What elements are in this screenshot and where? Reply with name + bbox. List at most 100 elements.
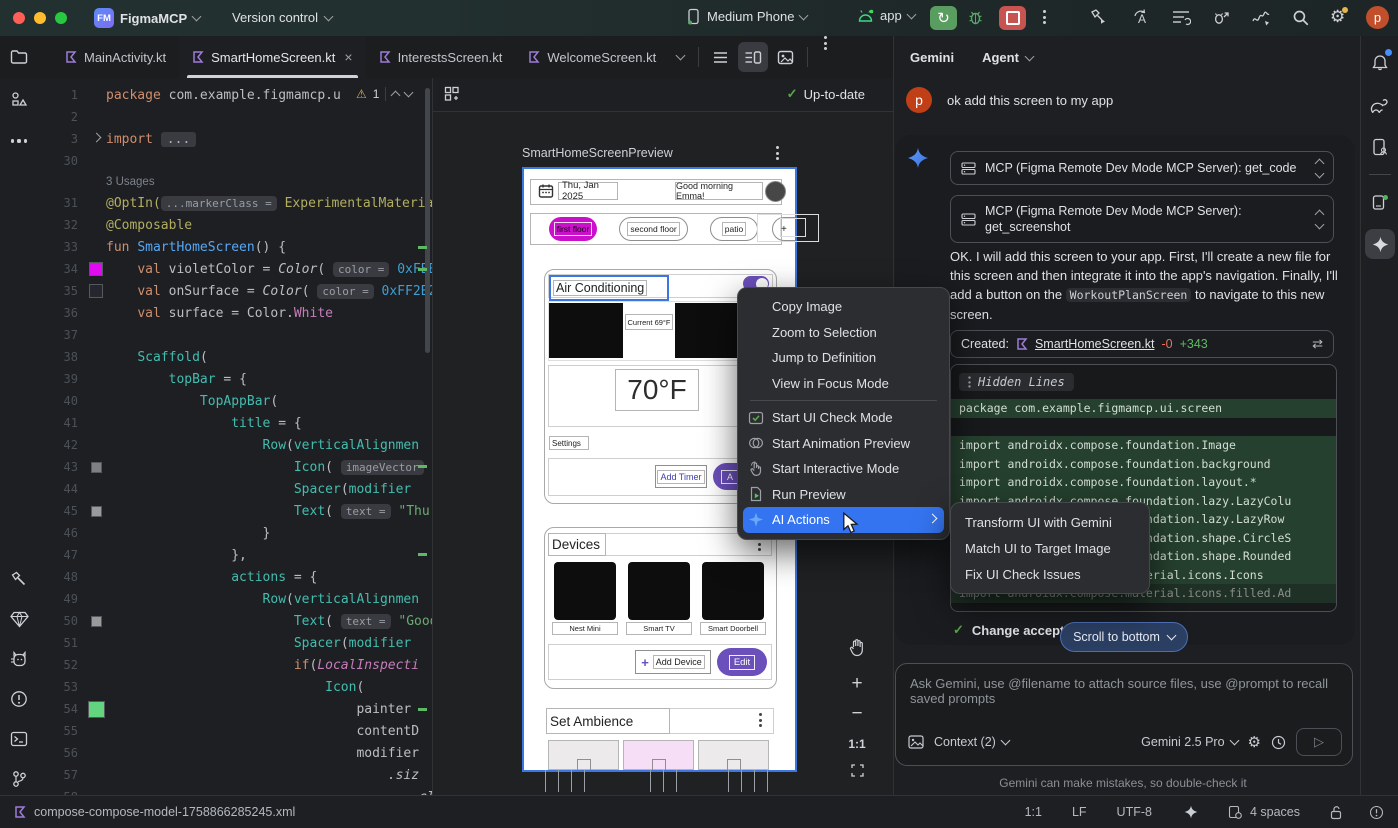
todo-list-button[interactable] [1171, 9, 1191, 26]
run-button[interactable]: ↻ [930, 6, 957, 30]
code-line[interactable]: 2 [40, 106, 432, 128]
code-line[interactable]: 54 painter [40, 698, 432, 720]
code-line[interactable]: 44 Spacer(modifier [40, 478, 432, 500]
code-line[interactable]: 34 val violetColor = Color( color = 0xFE… [40, 258, 432, 280]
gemini-tool-button[interactable] [1365, 229, 1395, 259]
menu-item-view-in-focus-mode[interactable]: View in Focus Mode [738, 371, 949, 397]
tab-list-dropdown[interactable] [669, 36, 692, 78]
ambience-tile[interactable] [548, 740, 619, 770]
sidebar-item-terminal[interactable] [0, 722, 38, 756]
code-line[interactable]: 52 if(LocalInspecti [40, 654, 432, 676]
device-manager-button[interactable] [1361, 185, 1398, 219]
notifications-button[interactable] [1361, 46, 1398, 80]
code-line[interactable]: 43 Icon( imageVector [40, 456, 432, 478]
clock-icon[interactable] [1271, 735, 1286, 750]
run-config-selector[interactable]: app [857, 8, 915, 23]
menu-item-zoom-to-selection[interactable]: Zoom to Selection [738, 320, 949, 346]
code-line[interactable]: 39 topBar = { [40, 368, 432, 390]
more-actions-kebab[interactable] [1043, 10, 1046, 24]
ambience-tile[interactable] [698, 740, 769, 770]
stop-button[interactable] [999, 6, 1026, 30]
prompt-input[interactable] [908, 674, 1342, 726]
model-selector[interactable]: Gemini 2.5 Pro [1141, 735, 1237, 749]
debug-button[interactable] [966, 8, 985, 27]
editor-scrollbar[interactable] [425, 88, 430, 353]
context-dropdown[interactable]: Context (2) [934, 735, 1009, 749]
color-preview-swatch[interactable] [89, 262, 103, 276]
sidebar-item-commit[interactable] [0, 82, 38, 116]
zoom-out-button[interactable]: − [845, 703, 869, 725]
tab-welcomescreen[interactable]: WelcomeScreen.kt [515, 36, 669, 78]
menu-item-run-preview[interactable]: Run Preview [738, 482, 949, 508]
status-indent[interactable]: 4 spaces [1250, 805, 1300, 819]
code-line[interactable]: 33fun SmartHomeScreen() { [40, 236, 432, 258]
usages-hint[interactable]: 3 Usages [40, 172, 432, 192]
build-run-tests-button[interactable] [1089, 8, 1109, 27]
pan-button[interactable] [845, 638, 869, 657]
project-selector[interactable]: FigmaMCP [120, 11, 187, 26]
split-view-button[interactable] [738, 42, 768, 72]
created-file-link[interactable]: SmartHomeScreen.kt [1035, 337, 1154, 351]
menu-item-start-interactive-mode[interactable]: Start Interactive Mode [738, 456, 949, 482]
selection-handle[interactable] [780, 218, 806, 237]
prompt-input-box[interactable]: Context (2) Gemini 2.5 Pro ⚙ ▷ [895, 663, 1353, 766]
code-line[interactable]: 37 [40, 324, 432, 346]
close-tab-icon[interactable]: × [344, 49, 352, 65]
project-tool-button[interactable] [0, 36, 38, 78]
gradle-button[interactable] [1361, 88, 1398, 122]
code-line[interactable]: 31@OptIn(...markerClass = ExperimentalMa… [40, 192, 432, 214]
send-button[interactable]: ▷ [1296, 728, 1342, 756]
problems-status-icon[interactable] [1369, 805, 1384, 820]
lock-icon[interactable] [1330, 805, 1343, 820]
edit-button[interactable]: Edit [717, 648, 767, 676]
ambience-tile[interactable] [623, 740, 694, 770]
preview-kebab[interactable] [776, 146, 779, 160]
device-selector[interactable]: Medium Phone [686, 8, 807, 25]
code-line[interactable]: 40 TopAppBar( [40, 390, 432, 412]
code-line[interactable]: 32@Composable [40, 214, 432, 236]
menu-item-jump-to-definition[interactable]: Jump to Definition [738, 345, 949, 371]
code-line[interactable]: 47 }, [40, 544, 432, 566]
status-caret[interactable]: 1:1 [1025, 805, 1042, 819]
zoom-in-button[interactable]: + [845, 673, 869, 695]
live-edit-button[interactable]: A [1131, 8, 1151, 27]
sidebar-item-version-control[interactable] [0, 762, 38, 796]
prev-issue-button[interactable] [391, 91, 401, 101]
open-diff-icon[interactable]: ⇄ [1312, 336, 1323, 352]
devices-card[interactable]: Devices Nest Mini Smart TV Smart Doorbel… [544, 527, 777, 689]
next-issue-button[interactable] [404, 88, 414, 98]
color-preview-swatch[interactable] [91, 462, 102, 473]
minimize-window-button[interactable] [34, 12, 46, 24]
device-tile[interactable] [702, 562, 764, 620]
code-line[interactable]: 50 Text( text = "Good [40, 610, 432, 632]
chip-first-floor[interactable]: first floor [549, 217, 597, 241]
search-everywhere-button[interactable] [1292, 9, 1310, 27]
maximize-window-button[interactable] [55, 12, 67, 24]
code-line[interactable]: 35 val onSurface = Color( color = 0xFF2E… [40, 280, 432, 302]
code-line[interactable]: 46 } [40, 522, 432, 544]
scroll-to-bottom-button[interactable]: Scroll to bottom [1060, 622, 1188, 652]
profiler-button[interactable] [1251, 8, 1271, 27]
sidebar-item-logcat[interactable] [0, 642, 38, 676]
tab-agent[interactable]: Agent [982, 50, 1033, 65]
chip-patio[interactable]: patio [710, 217, 758, 241]
device-tile[interactable] [554, 562, 616, 620]
avatar[interactable]: p [1366, 6, 1389, 29]
attach-debugger-button[interactable] [1211, 8, 1231, 27]
tab-interestsscreen[interactable]: InterestsScreen.kt [366, 36, 516, 78]
zoom-reset-button[interactable]: 1:1 [845, 737, 869, 751]
close-window-button[interactable] [13, 12, 25, 24]
submenu-item-fix-ui-check-issues[interactable]: Fix UI Check Issues [951, 561, 1149, 587]
fold-arrow-icon[interactable] [91, 133, 101, 143]
status-encoding[interactable]: UTF-8 [1117, 805, 1152, 819]
color-preview-swatch[interactable] [91, 616, 102, 627]
code-line[interactable]: 57 .siz [40, 764, 432, 786]
code-line[interactable]: 30 [40, 150, 432, 172]
add-timer-button[interactable]: Add Timer [655, 465, 707, 488]
preview-only-view-button[interactable] [770, 36, 801, 78]
code-line[interactable]: 53 Icon( [40, 676, 432, 698]
sidebar-item-more[interactable] [0, 124, 38, 158]
inspections-widget[interactable]: ⚠ 1 [352, 84, 416, 104]
running-devices-button[interactable] [1361, 130, 1398, 164]
code-line[interactable]: 3import ... [40, 128, 432, 150]
